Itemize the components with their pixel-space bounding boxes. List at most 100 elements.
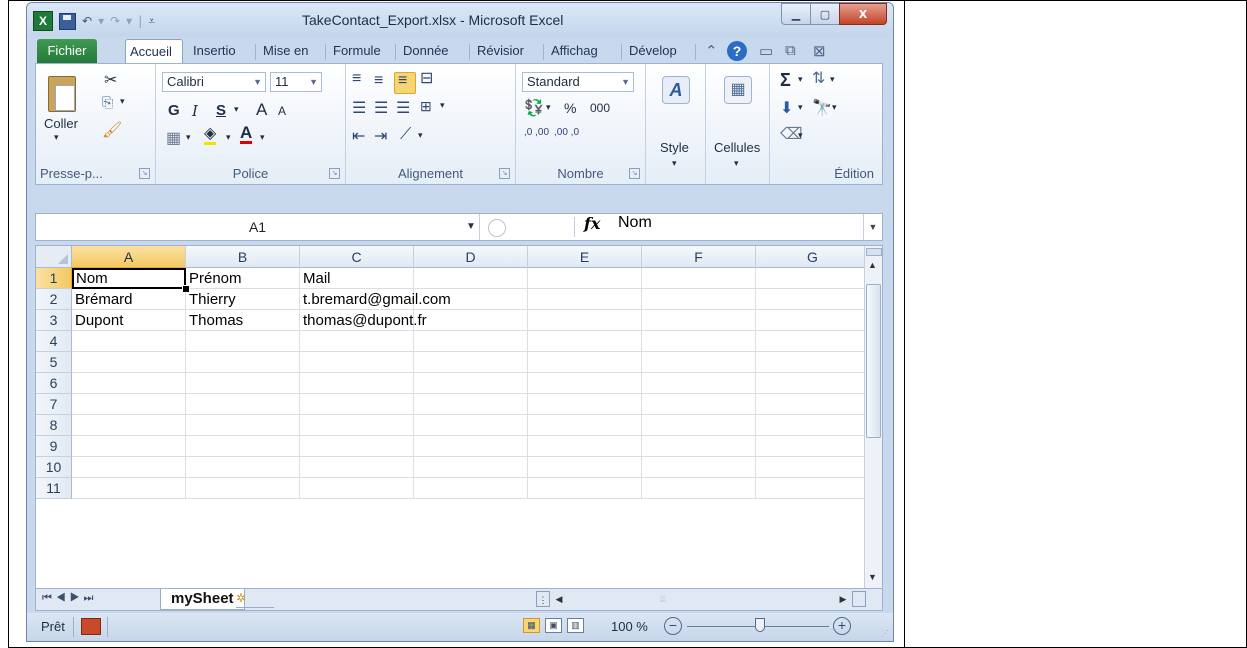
cell-g9[interactable] <box>756 436 870 457</box>
wrap-text-icon[interactable]: ⊟ <box>420 68 433 88</box>
excel-logo-icon[interactable]: X <box>33 11 53 31</box>
bold-button[interactable]: G <box>168 102 180 119</box>
cell-d8[interactable] <box>414 415 528 436</box>
cell-f9[interactable] <box>642 436 756 457</box>
vertical-scroll-thumb[interactable] <box>866 284 881 438</box>
font-color-dropdown-icon[interactable]: ▾ <box>260 132 265 143</box>
cell-c1[interactable]: Mail <box>300 268 414 289</box>
tab-revision[interactable]: Révisior <box>473 39 539 63</box>
row-header-4[interactable]: 4 <box>36 331 72 352</box>
paste-button[interactable]: Coller <box>44 116 78 131</box>
cell-c7[interactable] <box>300 394 414 415</box>
tab-insertion[interactable]: Insertio <box>189 39 251 63</box>
cell-g4[interactable] <box>756 331 870 352</box>
select-all-button[interactable] <box>36 246 72 268</box>
cell-f5[interactable] <box>642 352 756 373</box>
cell-b3[interactable]: Thomas <box>186 310 300 331</box>
undo-icon[interactable]: ↶ <box>82 14 92 28</box>
split-box[interactable] <box>866 248 882 256</box>
row-header-5[interactable]: 5 <box>36 352 72 373</box>
cell-f1[interactable] <box>642 268 756 289</box>
tab-developpeur[interactable]: Dévelop <box>625 39 691 63</box>
sort-filter-dropdown-icon[interactable]: ▾ <box>830 74 835 85</box>
cell-f2[interactable] <box>642 289 756 310</box>
column-header-c[interactable]: C <box>300 246 414 268</box>
alignment-launcher-icon[interactable]: ↘ <box>499 168 510 179</box>
insert-function-button[interactable]: fx <box>584 214 600 233</box>
font-color-icon[interactable]: A <box>240 124 253 144</box>
font-size-select[interactable]: 11 ▼ <box>270 72 322 92</box>
formula-bar-resize-icon[interactable] <box>488 219 506 237</box>
tab-split-handle[interactable]: ⋮ <box>536 591 550 607</box>
cell-c3[interactable]: thomas@dupont.fr <box>300 310 427 331</box>
cell-a5[interactable] <box>72 352 186 373</box>
align-middle-icon[interactable]: ≡ <box>374 72 383 90</box>
cell-g7[interactable] <box>756 394 870 415</box>
clear-dropdown-icon[interactable]: ▾ <box>798 130 803 141</box>
cell-a11[interactable] <box>72 478 186 499</box>
row-header-2[interactable]: 2 <box>36 289 72 310</box>
cell-g10[interactable] <box>756 457 870 478</box>
cell-g6[interactable] <box>756 373 870 394</box>
find-select-dropdown-icon[interactable]: ▾ <box>832 102 837 113</box>
cell-b1[interactable]: Prénom <box>186 268 300 289</box>
grow-font-button[interactable]: A <box>256 100 267 120</box>
shrink-font-button[interactable]: A <box>278 104 286 118</box>
merge-center-icon[interactable]: ⊞ <box>420 98 432 115</box>
expand-formula-bar-icon[interactable]: ▼ <box>863 214 882 240</box>
sort-filter-icon[interactable]: ⇅ <box>812 68 825 88</box>
align-top-icon[interactable]: ≡ <box>352 70 361 88</box>
scroll-up-icon[interactable]: ▲ <box>868 260 877 270</box>
cell-d10[interactable] <box>414 457 528 478</box>
tab-fichier[interactable]: Fichier <box>37 39 97 63</box>
minimize-button[interactable]: ▁ <box>781 3 811 25</box>
fill-dropdown-icon[interactable]: ▾ <box>798 102 803 113</box>
cell-b2[interactable]: Thierry <box>186 289 300 310</box>
column-header-f[interactable]: F <box>642 246 756 268</box>
cells-button[interactable]: Cellules <box>714 140 760 155</box>
tab-donnees[interactable]: Donnée <box>399 39 465 63</box>
cell-a4[interactable] <box>72 331 186 352</box>
underline-dropdown-icon[interactable]: ▾ <box>234 104 239 115</box>
zoom-in-button[interactable]: + <box>833 617 851 635</box>
maximize-button[interactable]: ▢ <box>810 3 840 25</box>
cell-f7[interactable] <box>642 394 756 415</box>
column-header-d[interactable]: D <box>414 246 528 268</box>
cell-f11[interactable] <box>642 478 756 499</box>
column-header-g[interactable]: G <box>756 246 870 268</box>
cell-f4[interactable] <box>642 331 756 352</box>
name-box[interactable]: A1 <box>36 214 480 240</box>
tab-affichage[interactable]: Affichag <box>547 39 617 63</box>
column-header-e[interactable]: E <box>528 246 642 268</box>
cell-a7[interactable] <box>72 394 186 415</box>
cell-d1[interactable] <box>414 268 528 289</box>
cell-a8[interactable] <box>72 415 186 436</box>
cell-d2[interactable] <box>414 289 528 310</box>
cell-d4[interactable] <box>414 331 528 352</box>
cell-b6[interactable] <box>186 373 300 394</box>
next-sheet-icon[interactable]: ▶ <box>70 592 84 604</box>
normal-view-button[interactable]: ▦ <box>523 618 540 633</box>
vertical-scrollbar[interactable]: ▲ ▼ <box>864 246 882 588</box>
align-center-icon[interactable]: ☰ <box>374 98 388 118</box>
column-header-a[interactable]: A <box>72 246 186 268</box>
increase-indent-icon[interactable]: ⇥ <box>374 126 387 146</box>
clipboard-launcher-icon[interactable]: ↘ <box>139 168 150 179</box>
cell-e8[interactable] <box>528 415 642 436</box>
macro-record-icon[interactable] <box>81 618 101 635</box>
cell-d11[interactable] <box>414 478 528 499</box>
number-launcher-icon[interactable]: ↘ <box>629 168 640 179</box>
cell-b7[interactable] <box>186 394 300 415</box>
cell-b4[interactable] <box>186 331 300 352</box>
cell-b5[interactable] <box>186 352 300 373</box>
cells-icon[interactable]: ▦ <box>724 76 752 104</box>
cell-d9[interactable] <box>414 436 528 457</box>
cell-c9[interactable] <box>300 436 414 457</box>
underline-button[interactable]: S <box>216 102 226 119</box>
insert-sheet-icon[interactable]: ✲ <box>236 591 274 608</box>
redo-dropdown-icon[interactable]: ▾ <box>126 14 132 28</box>
cell-f8[interactable] <box>642 415 756 436</box>
autosum-button[interactable]: Σ <box>780 70 791 91</box>
row-header-6[interactable]: 6 <box>36 373 72 394</box>
cell-d6[interactable] <box>414 373 528 394</box>
